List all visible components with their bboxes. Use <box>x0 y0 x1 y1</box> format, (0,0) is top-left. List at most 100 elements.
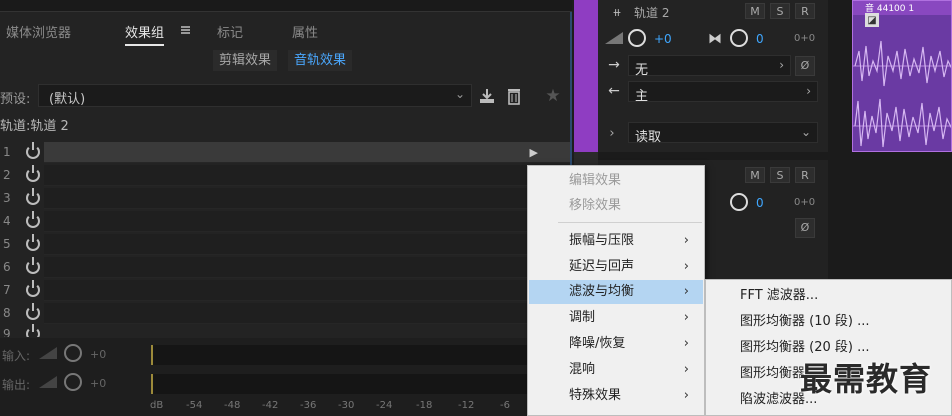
tab-properties[interactable]: 属性 <box>292 22 318 41</box>
effects-rack-panel: 媒体浏览器 效果组 标记 属性 剪辑效果 音轨效果 预设: (默认) ⌄ ★ 轨… <box>0 0 572 416</box>
input-dropdown[interactable]: 无 › <box>628 55 791 78</box>
power-icon[interactable] <box>26 142 40 159</box>
rack-slot[interactable]: 1 ▶ <box>0 141 572 164</box>
solo-button[interactable]: S <box>770 3 790 19</box>
submenu-item-graphic-eq-10[interactable]: 图形均衡器 (10 段) ... <box>706 309 951 334</box>
output-dropdown[interactable]: 主 › <box>628 81 818 104</box>
rack-slot[interactable]: 2 <box>0 164 572 187</box>
slot-field[interactable] <box>44 280 570 301</box>
delete-preset-icon[interactable] <box>506 86 522 106</box>
db-tick: -48 <box>224 400 241 411</box>
menu-item-remove-effect[interactable]: 移除效果 <box>529 194 703 218</box>
input-value: 无 <box>635 63 649 78</box>
slot-field[interactable]: ▶ <box>44 142 570 163</box>
rack-slot[interactable]: 6 <box>0 256 572 279</box>
slot-field[interactable] <box>44 257 570 278</box>
solo-button[interactable]: S <box>770 167 790 183</box>
menu-item-special-effects[interactable]: 特殊效果 › <box>529 384 703 408</box>
menu-item-label: 混响 <box>569 362 596 377</box>
input-meter <box>151 345 571 365</box>
power-icon[interactable] <box>26 165 40 182</box>
slot-number: 3 <box>3 191 11 205</box>
menu-item-modulation[interactable]: 调制 › <box>529 306 703 330</box>
phase-invert-button[interactable]: Ø <box>795 56 815 76</box>
menu-item-reverb[interactable]: 混响 › <box>529 358 703 382</box>
power-icon[interactable] <box>26 188 40 205</box>
automation-mode-dropdown[interactable]: 读取 ⌄ <box>628 122 818 145</box>
power-icon[interactable] <box>26 257 40 274</box>
submenu-arrow-icon: › <box>683 259 689 274</box>
mute-button[interactable]: M <box>745 3 765 19</box>
chevron-right-icon: › <box>779 58 784 72</box>
record-arm-button[interactable]: R <box>795 3 815 19</box>
favorite-star-icon[interactable]: ★ <box>543 86 563 106</box>
pan-icon: ⧓ <box>708 31 722 47</box>
track-name[interactable]: 轨道 2 <box>634 4 669 21</box>
slot-menu-arrow-icon[interactable]: ▶ <box>530 146 538 159</box>
tab-effects-rack[interactable]: 效果组 <box>125 22 165 46</box>
submenu-arrow-icon: › <box>683 388 689 403</box>
slot-field[interactable] <box>44 211 570 232</box>
save-preset-icon[interactable] <box>478 86 496 106</box>
automation-mode-value: 读取 <box>635 130 662 145</box>
power-icon[interactable] <box>26 211 40 228</box>
menu-item-label: 延迟与回声 <box>569 259 635 274</box>
mute-button[interactable]: M <box>745 167 765 183</box>
rack-slot[interactable]: 9 <box>0 323 572 337</box>
db-tick: dB <box>150 400 164 411</box>
input-gain-knob[interactable] <box>64 344 82 362</box>
slot-field[interactable] <box>44 303 570 324</box>
pan-knob[interactable] <box>730 193 748 211</box>
menu-item-noise-reduction[interactable]: 降噪/恢复 › <box>529 332 703 356</box>
phase-invert-button[interactable]: Ø <box>795 218 815 238</box>
panel-menu-icon[interactable] <box>181 26 190 34</box>
pan-value[interactable]: 0 <box>756 196 764 210</box>
output-gain-knob[interactable] <box>64 373 82 391</box>
menu-item-amplitude-compression[interactable]: 振幅与压限 › <box>529 229 703 253</box>
rack-slot[interactable]: 4 <box>0 210 572 233</box>
volume-value[interactable]: +0 <box>654 32 672 46</box>
rack-slot[interactable]: 7 <box>0 279 572 302</box>
power-icon[interactable] <box>26 234 40 251</box>
record-arm-button[interactable]: R <box>795 167 815 183</box>
volume-knob[interactable] <box>628 29 646 47</box>
rack-track-title: 轨道:轨道 2 <box>0 119 69 134</box>
chevron-down-icon: ⌄ <box>454 87 465 101</box>
track-color-bar <box>574 0 598 152</box>
menu-item-filter-eq[interactable]: 滤波与均衡 › <box>529 280 703 304</box>
output-meter <box>151 374 571 394</box>
input-label: 输入: <box>2 349 31 363</box>
submenu-item-fft-filter[interactable]: FFT 滤波器... <box>706 283 951 308</box>
menu-item-label: 振幅与压限 <box>569 233 635 248</box>
segment-clip-effects[interactable]: 剪辑效果 <box>213 50 278 71</box>
slot-field[interactable] <box>44 234 570 255</box>
db-tick: -6 <box>500 400 510 411</box>
chevron-right-icon: › <box>806 84 811 98</box>
slot-field[interactable] <box>44 188 570 209</box>
submenu-arrow-icon: › <box>683 310 689 325</box>
menu-item-label: 移除效果 <box>569 198 622 213</box>
submenu-arrow-icon: › <box>683 362 689 377</box>
preset-dropdown[interactable]: (默认) ⌄ <box>38 84 472 107</box>
expand-chevron-icon[interactable]: › <box>606 126 618 141</box>
panel-top-strip <box>0 0 572 12</box>
power-icon[interactable] <box>26 324 40 337</box>
pan-value[interactable]: 0 <box>756 32 764 46</box>
menu-item-label: 特殊效果 <box>569 388 622 403</box>
rack-slot[interactable]: 5 <box>0 233 572 256</box>
power-icon[interactable] <box>26 280 40 297</box>
tab-media-browser[interactable]: 媒体浏览器 <box>6 22 71 41</box>
pan-knob[interactable] <box>730 29 748 47</box>
db-scale: dB -54 -48 -42 -36 -30 -24 -18 -12 -6 <box>148 400 568 414</box>
slot-number: 7 <box>3 283 11 297</box>
rack-slot[interactable]: 8 <box>0 302 572 325</box>
power-icon[interactable] <box>26 303 40 320</box>
segment-track-effects[interactable]: 音轨效果 <box>288 50 353 71</box>
submenu-arrow-icon: › <box>683 336 689 351</box>
rack-slot[interactable]: 3 <box>0 187 572 210</box>
menu-item-delay-echo[interactable]: 延迟与回声 › <box>529 255 703 279</box>
tab-markers[interactable]: 标记 <box>217 22 243 41</box>
audio-clip[interactable]: 音 44100 1 ◪ <box>852 0 952 152</box>
slot-field[interactable] <box>44 165 570 186</box>
menu-item-edit-effect[interactable]: 编辑效果 <box>529 169 703 193</box>
